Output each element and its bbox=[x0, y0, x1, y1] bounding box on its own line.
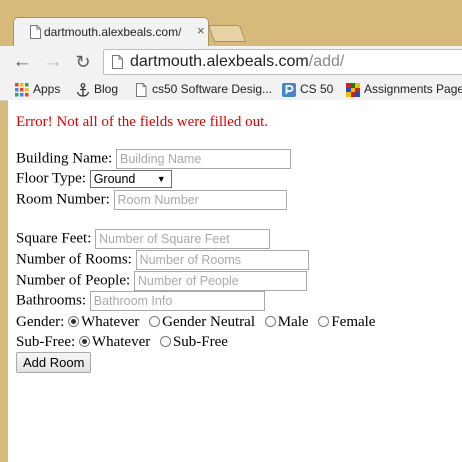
bookmark-label: Assignments Page bbox=[364, 82, 462, 96]
apps-grid-icon bbox=[15, 83, 29, 97]
number-of-rooms-row: Number of Rooms: Number of Rooms bbox=[16, 250, 309, 270]
square-feet-input[interactable]: Number of Square Feet bbox=[95, 229, 271, 249]
radio-unselected[interactable] bbox=[149, 316, 161, 327]
sub-free-row: Sub-Free: Whatever Sub-Free bbox=[16, 334, 234, 351]
reload-button[interactable]: ↻ bbox=[72, 51, 94, 73]
url-path: /add/ bbox=[308, 53, 345, 70]
sub-free-option-label: Whatever bbox=[91, 334, 151, 350]
back-button[interactable]: ← bbox=[11, 51, 33, 73]
radio-selected[interactable] bbox=[78, 336, 90, 347]
room-number-row: Room Number: Room Number bbox=[16, 190, 287, 210]
submit-row: Add Room bbox=[16, 352, 92, 373]
page-content: Error! Not all of the fields were filled… bbox=[8, 100, 462, 462]
number-of-rooms-label: Number of Rooms: bbox=[16, 251, 132, 268]
bookmark-label: CS 50 bbox=[300, 82, 334, 96]
sub-free-label: Sub-Free: bbox=[16, 334, 76, 350]
bathrooms-label: Bathrooms: bbox=[16, 292, 86, 309]
bathrooms-row: Bathrooms: Bathroom Info bbox=[16, 291, 265, 311]
tab-strip: dartmouth.alexbeals.com/ × bbox=[0, 0, 462, 46]
number-of-people-input[interactable]: Number of People bbox=[133, 271, 307, 291]
square-feet-row: Square Feet: Number of Square Feet bbox=[16, 229, 271, 249]
bookmark-label: Blog bbox=[94, 82, 119, 96]
gender-option-label: Gender Neutral bbox=[162, 314, 255, 330]
new-tab-button[interactable] bbox=[207, 25, 247, 42]
bookmarks-bar: Apps Blog cs50 Software Desig... CS 50 A… bbox=[0, 79, 462, 101]
radio-unselected[interactable] bbox=[264, 316, 276, 327]
sub-free-option-whatever[interactable]: Whatever bbox=[78, 334, 151, 350]
bookmark-label: cs50 Software Desig... bbox=[152, 82, 273, 96]
floor-type-value: Ground bbox=[93, 172, 136, 186]
bathrooms-input[interactable]: Bathroom Info bbox=[89, 291, 265, 311]
number-of-people-label: Number of People: bbox=[16, 272, 131, 289]
anchor-icon bbox=[76, 83, 90, 97]
close-tab-icon[interactable]: × bbox=[197, 23, 205, 38]
bookmark-label: Apps bbox=[33, 82, 61, 96]
gender-option-label: Male bbox=[277, 314, 309, 330]
error-message: Error! Not all of the fields were filled… bbox=[16, 114, 268, 130]
room-number-input[interactable]: Room Number bbox=[113, 190, 287, 210]
radio-selected[interactable] bbox=[68, 316, 80, 327]
gender-row: Gender: Whatever Gender Neutral Male Fem… bbox=[16, 314, 381, 331]
toolbar: ← → ↻ dartmouth.alexbeals.com/add/ bbox=[0, 46, 462, 79]
square-feet-label: Square Feet: bbox=[16, 230, 92, 247]
browser-tab[interactable]: dartmouth.alexbeals.com/ × bbox=[13, 17, 209, 46]
mosaic-icon bbox=[346, 83, 360, 97]
radio-unselected[interactable] bbox=[159, 336, 171, 347]
gender-option-whatever[interactable]: Whatever bbox=[68, 314, 139, 330]
forward-button[interactable]: → bbox=[42, 51, 64, 73]
gender-option-male[interactable]: Male bbox=[264, 314, 309, 330]
page-icon bbox=[112, 55, 123, 69]
page-icon bbox=[136, 83, 147, 97]
gender-option-label: Whatever bbox=[81, 314, 140, 330]
building-name-label: Building Name: bbox=[16, 150, 113, 167]
tab-title: dartmouth.alexbeals.com/ bbox=[44, 25, 196, 39]
number-of-people-row: Number of People: Number of People bbox=[16, 271, 307, 291]
building-name-input[interactable]: Building Name bbox=[116, 149, 291, 169]
add-room-button[interactable]: Add Room bbox=[16, 352, 92, 373]
sub-free-option-sub-free[interactable]: Sub-Free bbox=[159, 334, 228, 350]
gender-option-label: Female bbox=[331, 314, 376, 330]
address-bar[interactable]: dartmouth.alexbeals.com/add/ bbox=[103, 49, 462, 75]
building-name-row: Building Name: Building Name bbox=[16, 149, 291, 169]
url-text: dartmouth.alexbeals.com/add/ bbox=[130, 53, 344, 71]
p-logo-icon bbox=[282, 83, 296, 97]
url-host: dartmouth.alexbeals.com bbox=[130, 53, 309, 70]
dropdown-arrow-icon: ▼ bbox=[156, 174, 166, 184]
gender-label: Gender: bbox=[16, 314, 65, 330]
floor-type-row: Floor Type: Ground ▼ bbox=[16, 170, 172, 188]
sub-free-option-label: Sub-Free bbox=[172, 334, 228, 350]
floor-type-label: Floor Type: bbox=[16, 170, 86, 187]
gender-option-female[interactable]: Female bbox=[318, 314, 375, 330]
gender-option-gender-neutral[interactable]: Gender Neutral bbox=[149, 314, 255, 330]
number-of-rooms-input[interactable]: Number of Rooms bbox=[135, 250, 309, 270]
radio-unselected[interactable] bbox=[318, 316, 330, 327]
floor-type-select[interactable]: Ground ▼ bbox=[89, 170, 172, 188]
room-number-label: Room Number: bbox=[16, 191, 110, 208]
page-icon bbox=[30, 25, 41, 39]
